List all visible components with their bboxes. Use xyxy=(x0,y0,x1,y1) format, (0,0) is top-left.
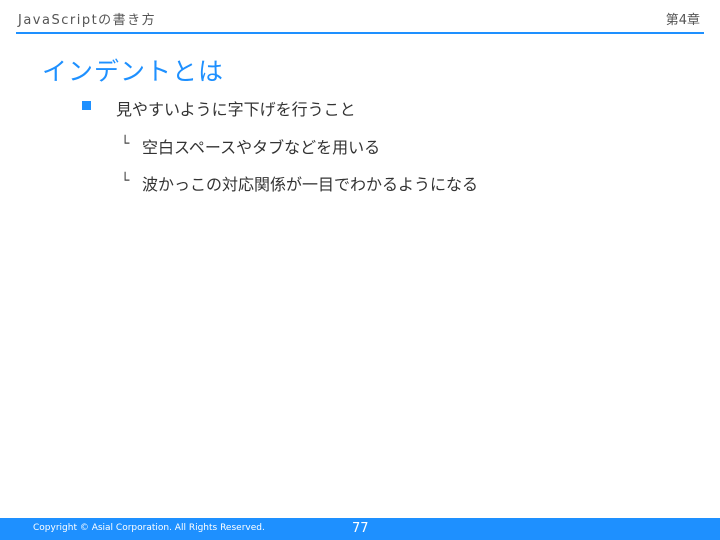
slide-title: インデントとは xyxy=(42,57,225,86)
header-divider xyxy=(16,32,704,34)
chapter-label: 第4章 xyxy=(665,13,700,28)
copyright-text: Copyright © Asial Corporation. All Right… xyxy=(33,523,265,533)
bullet-text: 見やすいように字下げを行うこと xyxy=(116,100,356,119)
sub-item-text: 波かっこの対応関係が一目でわかるようになる xyxy=(142,175,479,194)
sub-item-marker-icon: └ xyxy=(121,173,130,189)
sub-item-marker-icon: └ xyxy=(121,136,130,152)
header-title: JavaScriptの書き方 xyxy=(18,13,157,28)
page-number: 77 xyxy=(352,521,369,536)
footer-bar: Copyright © Asial Corporation. All Right… xyxy=(0,518,720,540)
sub-item-text: 空白スペースやタブなどを用いる xyxy=(142,138,381,157)
square-bullet-icon xyxy=(82,101,91,110)
